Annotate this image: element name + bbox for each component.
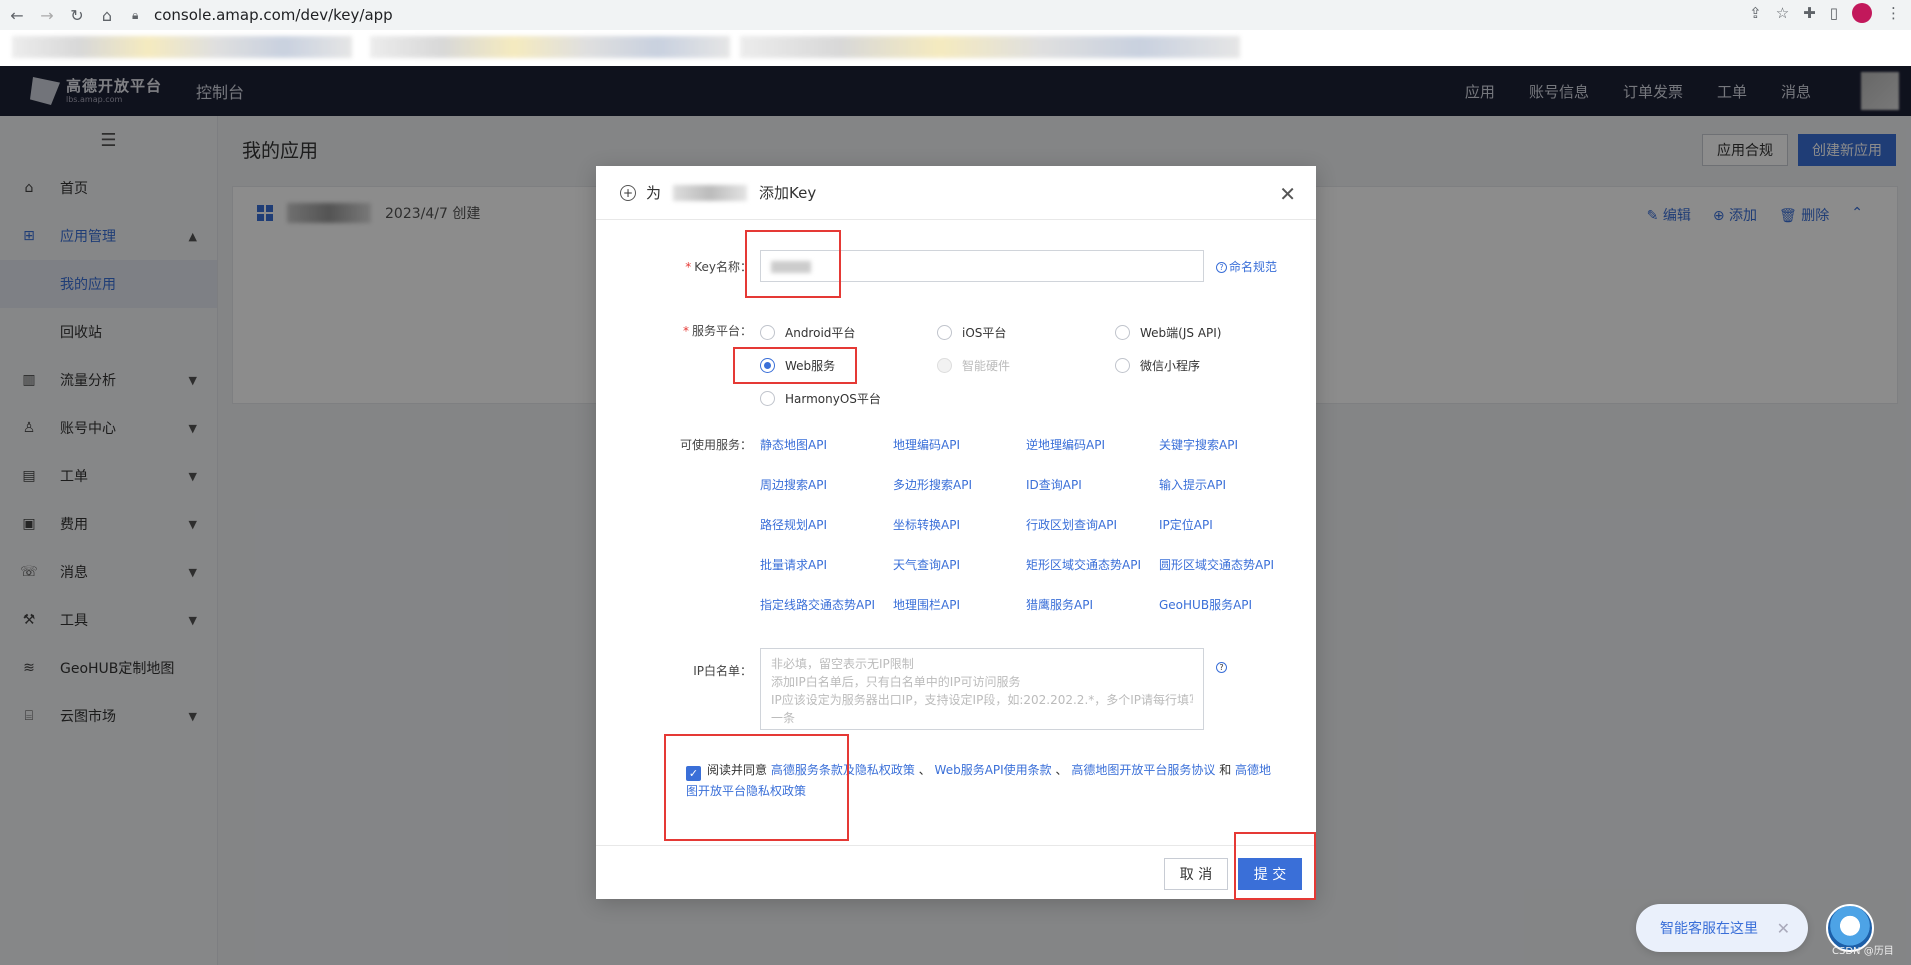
terms-link[interactable]: 高德服务条款及隐私权政策 [771, 763, 915, 777]
naming-rules-link[interactable]: ? 命名规范 [1216, 258, 1277, 275]
service-link[interactable]: 周边搜索API [760, 476, 827, 493]
service-link[interactable]: 多边形搜索API [893, 476, 972, 493]
service-link[interactable]: 圆形区域交通态势API [1159, 556, 1274, 573]
ip-placeholder-line: IP应该设定为服务器出口IP，支持设定IP段，如:202.202.2.*，多个I… [771, 693, 1193, 707]
watermark: CSDN @历目 [1832, 946, 1894, 957]
blurred-bookmarks [370, 36, 730, 58]
key-name-input[interactable] [760, 250, 1204, 282]
radio-wechat-mini[interactable]: 微信小程序 [1115, 357, 1200, 374]
dialog-title-suffix: 添加Key [759, 184, 817, 202]
address-bar[interactable]: 🔒︎ console.amap.com/dev/key/app [132, 3, 1652, 27]
dialog-header: + 为 添加Key [596, 166, 1316, 220]
service-link[interactable]: 关键字搜索API [1159, 436, 1238, 453]
ip-whitelist-textarea[interactable]: 非必填，留空表示无IP限制 添加IP白名单后，只有白名单中的IP可访问服务 IP… [760, 648, 1204, 730]
chat-support-pill[interactable]: 智能客服在这里 ✕ [1636, 904, 1808, 952]
plus-circle-icon: + [620, 184, 636, 201]
bookmarks-bar [0, 30, 1911, 66]
dialog-footer: 取 消 提 交 [596, 845, 1316, 899]
service-link[interactable]: 路径规划API [760, 516, 827, 533]
ip-whitelist-label: IP白名单： [693, 664, 752, 678]
blurred-bookmarks [12, 36, 352, 58]
back-icon[interactable]: ← [4, 2, 30, 28]
reload-icon[interactable]: ↻ [64, 2, 90, 28]
browser-toolbar: ← → ↻ ⌂ 🔒︎ console.amap.com/dev/key/app … [0, 0, 1911, 30]
blurred-app-name [673, 184, 748, 201]
platform-label: * 服务平台： [682, 324, 752, 338]
service-link[interactable]: 天气查询API [893, 556, 960, 573]
service-link[interactable]: IP定位API [1159, 516, 1213, 533]
radio-android[interactable]: Android平台 [760, 324, 855, 341]
service-link[interactable]: 坐标转换API [893, 516, 960, 533]
radio-web-service[interactable]: Web服务 [760, 357, 835, 374]
submit-button[interactable]: 提 交 [1238, 858, 1302, 890]
service-link[interactable]: 指定线路交通态势API [760, 596, 875, 613]
agreement-row: ✓ 阅读并同意 高德服务条款及隐私权政策 、 Web服务API使用条款 、 高德地… [686, 763, 1272, 798]
lock-icon: 🔒︎ [132, 7, 139, 22]
close-icon[interactable]: ✕ [1777, 919, 1790, 938]
menu-icon[interactable]: ⋮ [1886, 4, 1901, 22]
extension-icon[interactable]: ✚ [1803, 4, 1816, 22]
service-link[interactable]: 地理围栏API [893, 596, 960, 613]
add-key-dialog: + 为 添加Key ✕ * Key名称： ? 命名规范 * 服务平台： Android… [596, 166, 1316, 899]
service-link[interactable]: GeoHUB服务API [1159, 596, 1252, 613]
blurred-key-name [771, 261, 811, 273]
star-icon[interactable]: ☆ [1776, 4, 1789, 22]
ip-placeholder-line: 一条 [771, 711, 796, 725]
service-link[interactable]: 地理编码API [893, 436, 960, 453]
service-link[interactable]: ID查询API [1026, 476, 1082, 493]
service-link[interactable]: 猎鹰服务API [1026, 596, 1093, 613]
ip-placeholder-line: 添加IP白名单后，只有白名单中的IP可访问服务 [771, 675, 1021, 689]
agree-checkbox[interactable]: ✓ [686, 766, 701, 781]
sidepanel-icon[interactable]: ▯ [1830, 4, 1838, 22]
service-agreement-link[interactable]: 高德地图开放平台服务协议 [1071, 763, 1215, 777]
profile-avatar[interactable] [1852, 3, 1872, 23]
cancel-button[interactable]: 取 消 [1164, 858, 1228, 890]
radio-smart-hardware: 智能硬件 [937, 357, 1010, 374]
service-link[interactable]: 逆地理编码API [1026, 436, 1105, 453]
service-link[interactable]: 矩形区域交通态势API [1026, 556, 1141, 573]
service-link[interactable]: 输入提示API [1159, 476, 1226, 493]
ip-help-icon[interactable]: ? [1216, 662, 1227, 673]
radio-ios[interactable]: iOS平台 [937, 324, 1006, 341]
share-icon[interactable]: ⇪ [1749, 4, 1762, 22]
service-link[interactable]: 静态地图API [760, 436, 827, 453]
dialog-title-prefix: 为 [646, 184, 662, 202]
services-label: 可使用服务： [679, 438, 752, 452]
web-api-terms-link[interactable]: Web服务API使用条款 [935, 763, 1052, 777]
help-icon: ? [1216, 262, 1227, 273]
blurred-bookmarks [740, 36, 1240, 58]
key-name-label: * Key名称： [685, 260, 752, 274]
forward-icon[interactable]: → [34, 2, 60, 28]
service-link[interactable]: 批量请求API [760, 556, 827, 573]
radio-web-js[interactable]: Web端(JS API) [1115, 324, 1221, 341]
radio-harmonyos[interactable]: HarmonyOS平台 [760, 390, 881, 407]
ip-placeholder-line: 非必填，留空表示无IP限制 [771, 657, 914, 671]
url-text: console.amap.com/dev/key/app [154, 6, 393, 24]
service-link[interactable]: 行政区划查询API [1026, 516, 1117, 533]
close-icon[interactable]: ✕ [1279, 182, 1296, 206]
home-icon[interactable]: ⌂ [94, 2, 120, 28]
